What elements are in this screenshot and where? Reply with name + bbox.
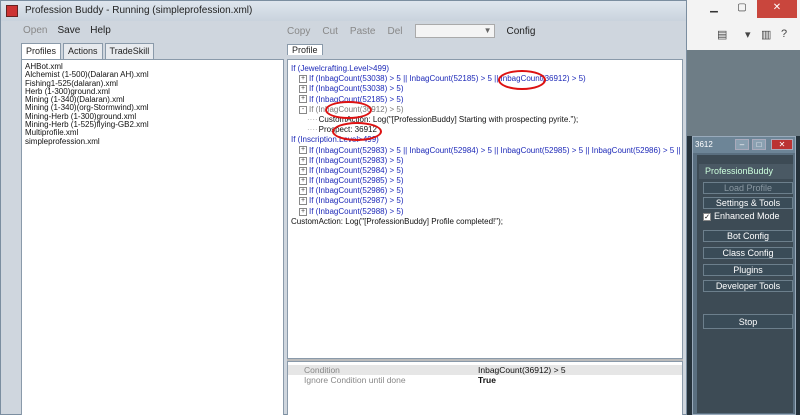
collapse-icon[interactable]: - [299, 105, 307, 114]
property-key: Ignore Condition until done [304, 375, 406, 385]
property-key: Condition [304, 365, 340, 375]
property-row-ignore[interactable]: Ignore Condition until done True [288, 375, 682, 385]
profile-tree: If (Jewelcrafting.Level>499) + If (InbagCo… [291, 64, 682, 227]
expand-icon[interactable]: + [299, 85, 307, 94]
expand-icon[interactable]: + [299, 156, 307, 165]
tree-node-label: If (InbagCount(52987) > 5) [309, 196, 404, 206]
tab-profiles[interactable]: Profiles [21, 43, 62, 60]
tree-node[interactable]: + If (InbagCount(52983) > 5 || InbagCount… [291, 145, 682, 156]
window-title: Profession Buddy - Running (simpleprofes… [25, 5, 253, 16]
enhanced-mode-label: Enhanced Mode [714, 211, 780, 221]
tree-node[interactable]: + If (InbagCount(53038) > 5 || InbagCount… [291, 74, 682, 84]
left-tab-strip: Profiles Actions TradeSkill [21, 43, 155, 60]
menu-open[interactable]: Open [23, 22, 47, 40]
list-item[interactable]: simpleprofession.xml [25, 137, 149, 146]
developer-tools-button[interactable]: Developer Tools [703, 280, 793, 292]
tree-node-label: If (Jewelcrafting.Level>499) [291, 64, 390, 73]
tree-node-label: If (InbagCount(52983) > 5) [309, 155, 404, 165]
tree-node-label: If (InbagCount(52986) > 5) [309, 186, 404, 196]
tree-connector-icon: ···· [307, 125, 318, 135]
load-profile-button[interactable]: Load Profile [703, 182, 793, 194]
maximize-icon[interactable]: ▢ [729, 0, 755, 18]
expand-icon[interactable]: + [299, 207, 307, 216]
cut-button[interactable]: Cut [322, 26, 338, 37]
chevron-down-icon: ▼ [483, 26, 492, 35]
annotation-circle [498, 70, 546, 90]
tree-node[interactable]: + If (InbagCount(52983) > 5) [291, 155, 682, 166]
settings-tools-button[interactable]: Settings & Tools [703, 197, 793, 209]
profile-tree-panel: If (Jewelcrafting.Level>499) + If (InbagCo… [287, 59, 683, 359]
expand-icon[interactable]: + [299, 75, 307, 84]
pb-header: ProfessionBuddy [699, 164, 793, 179]
pb-title: 3612 [695, 140, 713, 149]
action-combo[interactable]: ▼ [414, 24, 495, 38]
help-icon[interactable]: ? [781, 28, 787, 40]
menu-bar: Open Save Help [5, 22, 111, 40]
maximize-icon[interactable]: □ [752, 139, 766, 150]
dropdown-arrow-icon[interactable]: ▾ [745, 28, 751, 41]
tab-tradeskill[interactable]: TradeSkill [104, 43, 155, 59]
stop-button[interactable]: Stop [703, 314, 793, 329]
background-window-topbar: ▁ ▢ ✕ ▤ ▾ ▥ ? [686, 0, 800, 50]
tree-node-label: CustomAction: Log("[ProfessionBuddy] Pro… [291, 216, 503, 226]
profile-list: AHBot.xml Alchemist (1-500)(Dalaran AH).… [25, 62, 149, 146]
tab-profile[interactable]: Profile [287, 44, 323, 55]
tree-node-label: If (InbagCount(52988) > 5) [309, 206, 404, 216]
annotation-circle [325, 101, 372, 119]
tab-actions[interactable]: Actions [63, 43, 103, 59]
expand-icon[interactable]: + [299, 197, 307, 206]
expand-icon[interactable]: + [299, 95, 307, 104]
tree-node[interactable]: + If (InbagCount(52985) > 5) [291, 176, 682, 186]
tree-node-label: If (InbagCount(52983) > 5 || InbagCount(… [309, 145, 682, 155]
annotation-circle [332, 122, 382, 141]
edit-toolbar: Copy Cut Paste Del ▼ Config [287, 22, 535, 40]
window-icon[interactable]: ▤ [717, 28, 727, 41]
enhanced-mode-toggle[interactable]: ✓ Enhanced Mode [703, 211, 780, 221]
tree-node-label: If (InbagCount(52984) > 5) [309, 165, 404, 175]
config-button[interactable]: Config [507, 26, 536, 37]
plugins-button[interactable]: Plugins [703, 264, 793, 276]
minimize-icon[interactable]: ▁ [701, 0, 727, 18]
right-tab-strip: Profile [287, 43, 323, 58]
property-row-condition[interactable]: Condition InbagCount(36912) > 5 [288, 365, 682, 375]
copy-button[interactable]: Copy [287, 26, 310, 37]
professionbuddy-window: 3612 – □ ✕ ProfessionBuddy Load Profile … [692, 136, 796, 415]
expand-icon[interactable]: + [299, 176, 307, 185]
close-icon[interactable]: ✕ [757, 0, 797, 18]
pane-icon[interactable]: ▥ [761, 28, 771, 41]
tree-node[interactable]: + If (InbagCount(52988) > 5) [291, 206, 682, 217]
minimize-icon[interactable]: – [735, 139, 749, 150]
property-value[interactable]: InbagCount(36912) > 5 [478, 365, 566, 375]
menu-help[interactable]: Help [90, 22, 111, 40]
main-window: Profession Buddy - Running (simpleprofes… [0, 0, 687, 415]
expand-icon[interactable]: + [299, 187, 307, 196]
properties-grid: Condition InbagCount(36912) > 5 Ignore C… [287, 361, 683, 415]
menu-save[interactable]: Save [57, 22, 80, 40]
bot-config-button[interactable]: Bot Config [703, 230, 793, 242]
tree-node[interactable]: + If (InbagCount(53038) > 5) [291, 84, 682, 94]
delete-button[interactable]: Del [388, 26, 403, 37]
expand-icon[interactable]: + [299, 166, 307, 175]
tree-node[interactable]: + If (InbagCount(52987) > 5) [291, 196, 682, 206]
tree-node[interactable]: + If (InbagCount(52986) > 5) [291, 186, 682, 196]
tree-node[interactable]: If (Jewelcrafting.Level>499) [291, 64, 682, 74]
tree-node[interactable]: + If (InbagCount(52984) > 5) [291, 165, 682, 176]
profiles-panel: AHBot.xml Alchemist (1-500)(Dalaran AH).… [21, 59, 284, 415]
expand-icon[interactable]: + [299, 146, 307, 155]
title-bar[interactable]: Profession Buddy - Running (simpleprofes… [1, 1, 686, 21]
pb-title-bar[interactable]: 3612 – □ ✕ [693, 137, 795, 153]
tree-node-label: If (InbagCount(53038) > 5) [309, 84, 404, 94]
class-config-button[interactable]: Class Config [703, 247, 793, 259]
tree-node[interactable]: CustomAction: Log("[ProfessionBuddy] Pro… [291, 216, 682, 227]
paste-button[interactable]: Paste [350, 26, 376, 37]
property-value[interactable]: True [478, 375, 496, 385]
background-desktop [686, 50, 800, 136]
checkbox-icon[interactable]: ✓ [703, 212, 711, 221]
close-icon[interactable]: ✕ [771, 139, 793, 150]
app-icon [6, 5, 18, 17]
tree-connector-icon: ···· [307, 114, 318, 124]
tree-node-label: If (InbagCount(52985) > 5) [309, 176, 404, 186]
